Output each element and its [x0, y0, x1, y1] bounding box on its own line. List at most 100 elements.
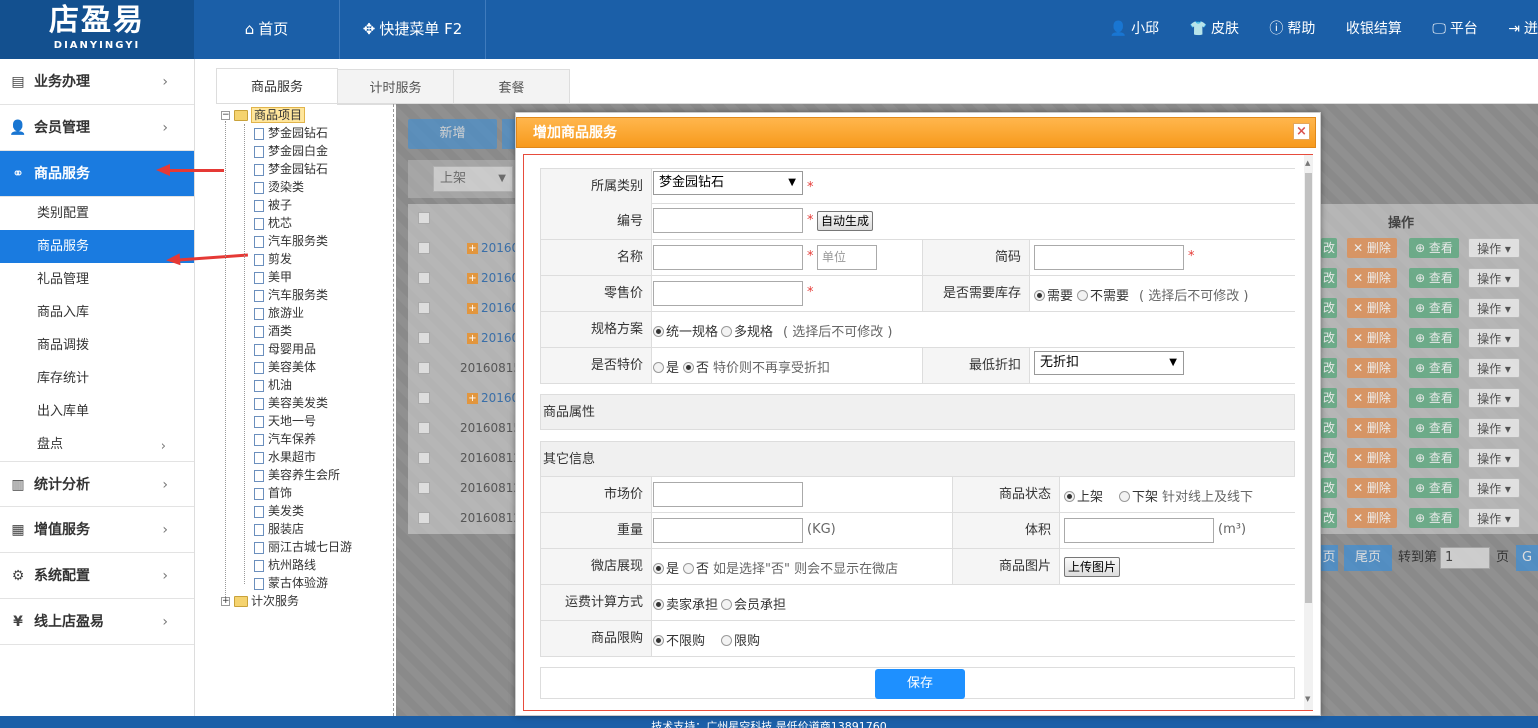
special-no-radio[interactable]: 否 [683, 357, 709, 376]
row-checkbox[interactable] [418, 272, 430, 284]
edit-button[interactable]: 改 [1321, 418, 1337, 438]
tree-item[interactable]: 枕芯 [254, 214, 292, 232]
delete-button[interactable]: ✕ 删除 [1347, 448, 1397, 468]
close-icon[interactable]: × [1293, 123, 1310, 140]
tree-item[interactable]: 烫染类 [254, 178, 304, 196]
edit-button[interactable]: 改 [1321, 358, 1337, 378]
tree-item[interactable]: 汽车服务类 [254, 232, 328, 250]
sidebar-item-stats[interactable]: ▥ 统计分析 › [0, 461, 194, 507]
short-code-input[interactable] [1034, 245, 1184, 270]
ops-dropdown[interactable]: 操作 ▾ [1468, 358, 1520, 378]
collapse-icon[interactable]: − [221, 111, 230, 120]
edit-button[interactable]: 改 [1321, 238, 1337, 258]
save-button[interactable]: 保存 [875, 669, 965, 699]
view-button[interactable]: ⊕ 查看 [1409, 478, 1459, 498]
upload-image-button[interactable]: 上传图片 [1064, 557, 1121, 577]
go-button[interactable]: G [1516, 545, 1538, 571]
user-menu[interactable]: 👤 小邱 [1110, 0, 1159, 59]
expand-icon[interactable]: + [467, 243, 478, 254]
last-page-button[interactable]: 尾页 [1344, 545, 1392, 571]
off-shelf-radio[interactable]: 下架 [1119, 486, 1158, 505]
wechat-no-radio[interactable]: 否 [683, 558, 709, 577]
sidebar-sub-io-order[interactable]: 出入库单 [0, 395, 194, 428]
tree-item[interactable]: 梦金园钻石 [254, 160, 328, 178]
help-menu[interactable]: ⓘ 帮助 [1269, 0, 1315, 59]
row-checkbox[interactable] [418, 242, 430, 254]
row-checkbox[interactable] [418, 422, 430, 434]
tree-item[interactable]: 天地一号 [254, 412, 316, 430]
ops-dropdown[interactable]: 操作 ▾ [1468, 508, 1520, 528]
market-price-input[interactable] [653, 482, 803, 507]
sidebar-item-settings[interactable]: ⚙ 系统配置 › [0, 553, 194, 599]
exit-menu[interactable]: ⇥ 迸 [1508, 0, 1538, 59]
logo[interactable]: 店盈易 DIANYINGYI [0, 0, 194, 59]
tree-root-node[interactable]: − 商品项目 [221, 106, 306, 124]
ops-dropdown[interactable]: 操作 ▾ [1468, 298, 1520, 318]
skin-menu[interactable]: 👕 皮肤 [1190, 0, 1239, 59]
shelf-select[interactable]: 上架 ▼ [433, 166, 513, 192]
tree-item[interactable]: 汽车保养 [254, 430, 316, 448]
tree-item[interactable]: 酒类 [254, 322, 292, 340]
tree-item[interactable]: 梦金园钻石 [254, 124, 328, 142]
limit-radio[interactable]: 限购 [721, 630, 760, 649]
platform-menu[interactable]: 🖵 平台 [1432, 0, 1478, 59]
view-button[interactable]: ⊕ 查看 [1409, 448, 1459, 468]
edit-button[interactable]: 改 [1321, 298, 1337, 318]
row-checkbox[interactable] [418, 452, 430, 464]
ops-dropdown[interactable]: 操作 ▾ [1468, 238, 1520, 258]
view-button[interactable]: ⊕ 查看 [1409, 418, 1459, 438]
prev-page-button[interactable]: 页 [1320, 545, 1338, 571]
row-checkbox[interactable] [418, 332, 430, 344]
delete-button[interactable]: ✕ 删除 [1347, 328, 1397, 348]
nav-home[interactable]: ⌂ 首页 [194, 0, 340, 59]
edit-button[interactable]: 改 [1321, 448, 1337, 468]
sidebar-sub-stock-in[interactable]: 商品入库 [0, 296, 194, 329]
tree-item[interactable]: 剪发 [254, 250, 292, 268]
new-button[interactable]: 新增 [408, 119, 497, 149]
min-discount-select[interactable]: 无折扣 ▼ [1034, 351, 1184, 375]
tree-item[interactable]: 美甲 [254, 268, 292, 286]
expand-icon[interactable]: + [221, 597, 230, 606]
tree-second-root[interactable]: + 计次服务 [221, 592, 299, 610]
ops-dropdown[interactable]: 操作 ▾ [1468, 418, 1520, 438]
row-checkbox[interactable] [418, 482, 430, 494]
row-checkbox[interactable] [418, 392, 430, 404]
stock-need-radio[interactable]: 需要 [1034, 285, 1073, 304]
delete-button[interactable]: ✕ 删除 [1347, 268, 1397, 288]
delete-button[interactable]: ✕ 删除 [1347, 298, 1397, 318]
tree-item[interactable]: 服装店 [254, 520, 304, 538]
view-button[interactable]: ⊕ 查看 [1409, 298, 1459, 318]
tree-item[interactable]: 美容养生会所 [254, 466, 340, 484]
tree-item[interactable]: 梦金园白金 [254, 142, 328, 160]
delete-button[interactable]: ✕ 删除 [1347, 358, 1397, 378]
sidebar-sub-category[interactable]: 类别配置 [0, 197, 194, 230]
tree-item[interactable]: 汽车服务类 [254, 286, 328, 304]
auto-generate-button[interactable]: 自动生成 [817, 211, 874, 231]
delete-button[interactable]: ✕ 删除 [1347, 508, 1397, 528]
tree-item[interactable]: 母婴用品 [254, 340, 316, 358]
view-button[interactable]: ⊕ 查看 [1409, 328, 1459, 348]
tree-item[interactable]: 美容美体 [254, 358, 316, 376]
sidebar-item-business[interactable]: ▤ 业务办理 › [0, 59, 194, 105]
category-select[interactable]: 梦金园钻石 ▼ [653, 171, 803, 195]
ops-dropdown[interactable]: 操作 ▾ [1468, 328, 1520, 348]
on-shelf-radio[interactable]: 上架 [1064, 486, 1103, 505]
sidebar-sub-stocktake[interactable]: 盘点 › [0, 428, 194, 461]
expand-icon[interactable]: + [467, 393, 478, 404]
tree-item[interactable]: 旅游业 [254, 304, 304, 322]
edit-button[interactable]: 改 [1321, 478, 1337, 498]
scrollbar-thumb[interactable] [1305, 173, 1312, 603]
checkout-menu[interactable]: 收银结算 [1346, 0, 1402, 59]
edit-button[interactable]: 改 [1321, 328, 1337, 348]
scroll-up-icon[interactable]: ▲ [1305, 159, 1310, 167]
row-checkbox[interactable] [418, 302, 430, 314]
tree-item[interactable]: 水果超市 [254, 448, 316, 466]
scrollbar[interactable]: ▲ ▼ [1304, 155, 1313, 710]
unit-input[interactable]: 单位 [817, 245, 877, 270]
row-checkbox[interactable] [418, 512, 430, 524]
view-button[interactable]: ⊕ 查看 [1409, 268, 1459, 288]
code-input[interactable] [653, 208, 803, 233]
delete-button[interactable]: ✕ 删除 [1347, 388, 1397, 408]
special-yes-radio[interactable]: 是 [653, 357, 679, 376]
view-button[interactable]: ⊕ 查看 [1409, 508, 1459, 528]
